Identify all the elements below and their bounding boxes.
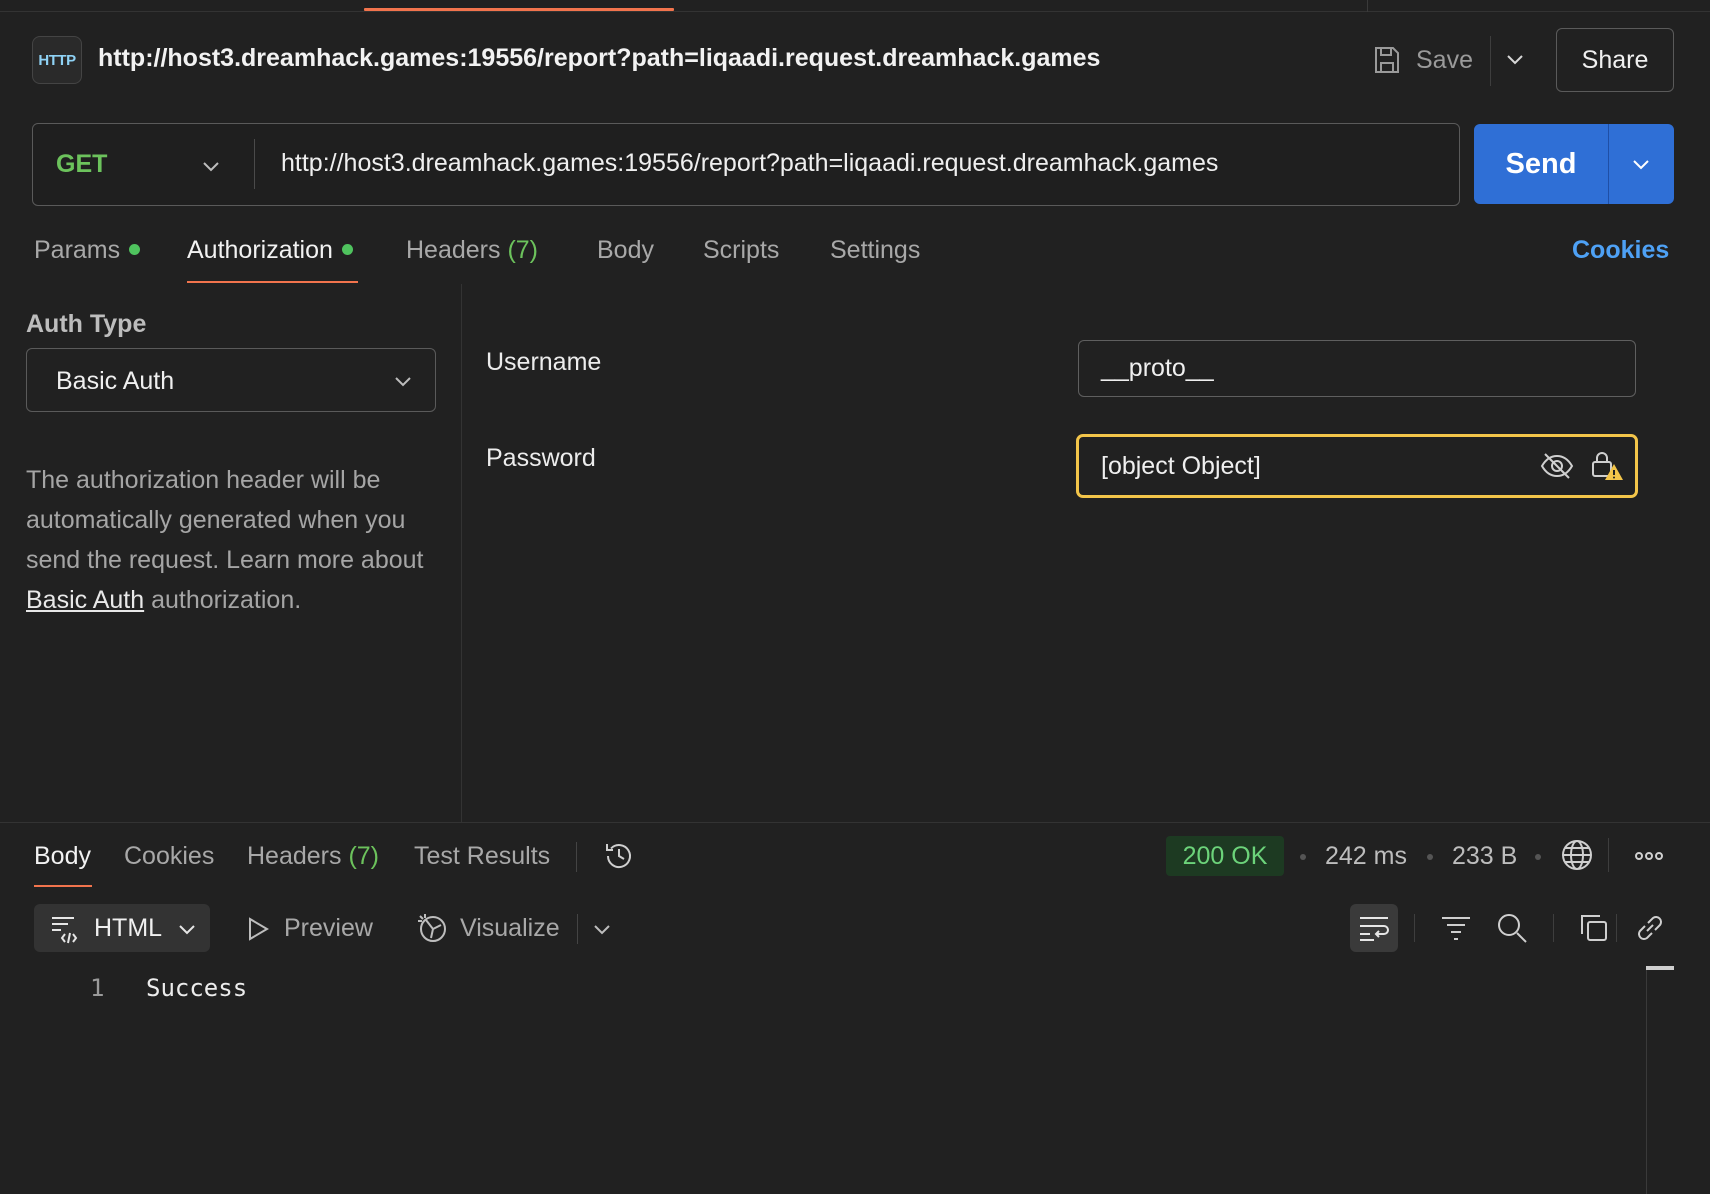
status-badge[interactable]: 200 OK: [1166, 836, 1284, 876]
link-icon[interactable]: [1634, 912, 1666, 944]
preview-button[interactable]: Preview: [246, 914, 373, 943]
cookies-link[interactable]: Cookies: [1572, 236, 1669, 265]
tab-strip: [0, 0, 1710, 12]
toolbar-divider: [1414, 914, 1415, 942]
url-divider: [254, 139, 255, 189]
tab-settings[interactable]: Settings: [830, 236, 920, 265]
active-tab-indicator: [364, 8, 674, 11]
globe-icon[interactable]: [1560, 838, 1594, 872]
toolbar-divider: [1616, 914, 1617, 942]
save-divider: [1490, 36, 1491, 86]
visualize-label: Visualize: [460, 913, 560, 942]
headers-count: (7): [507, 236, 539, 264]
save-icon: [1372, 45, 1402, 75]
auth-description-text: The authorization header will be automat…: [26, 466, 424, 574]
tab-authorization[interactable]: Authorization: [187, 236, 353, 265]
tab-params-label: Params: [34, 236, 121, 264]
auth-type-value: Basic Auth: [56, 367, 175, 395]
response-tab-test-results[interactable]: Test Results: [414, 842, 550, 871]
response-body-line[interactable]: Success: [146, 974, 247, 1002]
username-input[interactable]: __proto__: [1078, 340, 1636, 397]
method-select[interactable]: GET: [56, 150, 107, 179]
params-indicator-dot: [129, 243, 141, 255]
response-size[interactable]: 233 B: [1452, 842, 1517, 871]
response-headers-count: (7): [348, 842, 380, 870]
format-chevron-down-icon: [176, 918, 198, 940]
play-icon: [249, 916, 269, 941]
password-label: Password: [486, 444, 596, 472]
preview-label: Preview: [284, 914, 373, 942]
lock-warning-icon[interactable]: [1590, 450, 1624, 482]
basic-auth-link[interactable]: Basic Auth: [26, 586, 144, 614]
tab-headers[interactable]: Headers (7): [406, 236, 538, 265]
auth-description-suffix: authorization.: [144, 586, 302, 614]
auth-description: The authorization header will be automat…: [26, 460, 446, 620]
eye-off-icon[interactable]: [1540, 451, 1574, 481]
tab-scripts[interactable]: Scripts: [703, 236, 779, 265]
response-divider: [0, 822, 1710, 823]
response-tab-cookies[interactable]: Cookies: [124, 842, 214, 871]
http-icon-label: HTTP: [38, 51, 76, 69]
tab-headers-label: Headers: [406, 236, 501, 264]
username-label: Username: [486, 348, 602, 376]
format-label: HTML: [94, 914, 163, 942]
meta-dot: [1300, 854, 1306, 860]
tab-strip-divider: [1367, 0, 1368, 12]
response-tab-divider: [576, 842, 577, 872]
save-label: Save: [1416, 45, 1473, 74]
send-options-chevron-icon[interactable]: [1630, 153, 1652, 175]
visualize-button[interactable]: Visualize: [416, 912, 560, 944]
password-value: [object Object]: [1101, 451, 1261, 480]
auth-panel-divider: [461, 284, 462, 822]
response-tab-body[interactable]: Body: [34, 842, 91, 871]
tab-body[interactable]: Body: [597, 236, 654, 265]
share-button[interactable]: Share: [1556, 28, 1674, 92]
visualize-icon: [418, 914, 446, 942]
wrap-lines-icon: [1358, 913, 1390, 943]
send-button[interactable]: Send: [1474, 124, 1608, 204]
more-options-icon[interactable]: [1634, 850, 1664, 862]
visualize-divider: [577, 914, 578, 944]
save-options-chevron-icon[interactable]: [1502, 46, 1528, 72]
auth-type-label: Auth Type: [26, 310, 147, 338]
http-request-icon: HTTP: [32, 36, 82, 84]
scrollbar-track[interactable]: [1646, 966, 1647, 1194]
url-input[interactable]: http://host3.dreamhack.games:19556/repor…: [281, 149, 1218, 178]
line-number: 1: [90, 974, 105, 1002]
filter-icon[interactable]: [1440, 913, 1472, 943]
response-tab-headers[interactable]: Headers (7): [247, 842, 379, 871]
visualize-chevron-down-icon[interactable]: [591, 918, 613, 940]
history-icon[interactable]: [603, 840, 635, 872]
auth-type-chevron-down-icon: [392, 370, 414, 392]
send-divider: [1608, 124, 1609, 204]
meta-dot: [1427, 854, 1433, 860]
response-time[interactable]: 242 ms: [1325, 842, 1407, 871]
response-tab-headers-label: Headers: [247, 842, 342, 870]
authorization-indicator-dot: [341, 243, 353, 255]
meta-divider: [1608, 838, 1609, 872]
request-title[interactable]: http://host3.dreamhack.games:19556/repor…: [98, 44, 1100, 73]
search-icon[interactable]: [1496, 912, 1528, 944]
code-format-icon: [50, 914, 80, 944]
scrollbar-thumb[interactable]: [1646, 966, 1674, 970]
copy-icon[interactable]: [1578, 912, 1610, 944]
tab-authorization-label: Authorization: [187, 236, 333, 264]
toolbar-divider: [1553, 914, 1554, 942]
save-button[interactable]: Save: [1372, 40, 1473, 80]
tab-params[interactable]: Params: [34, 236, 141, 265]
meta-dot: [1535, 854, 1541, 860]
method-chevron-down-icon[interactable]: [200, 155, 222, 177]
active-tab-underline: [187, 281, 358, 283]
response-tab-underline: [34, 885, 92, 887]
